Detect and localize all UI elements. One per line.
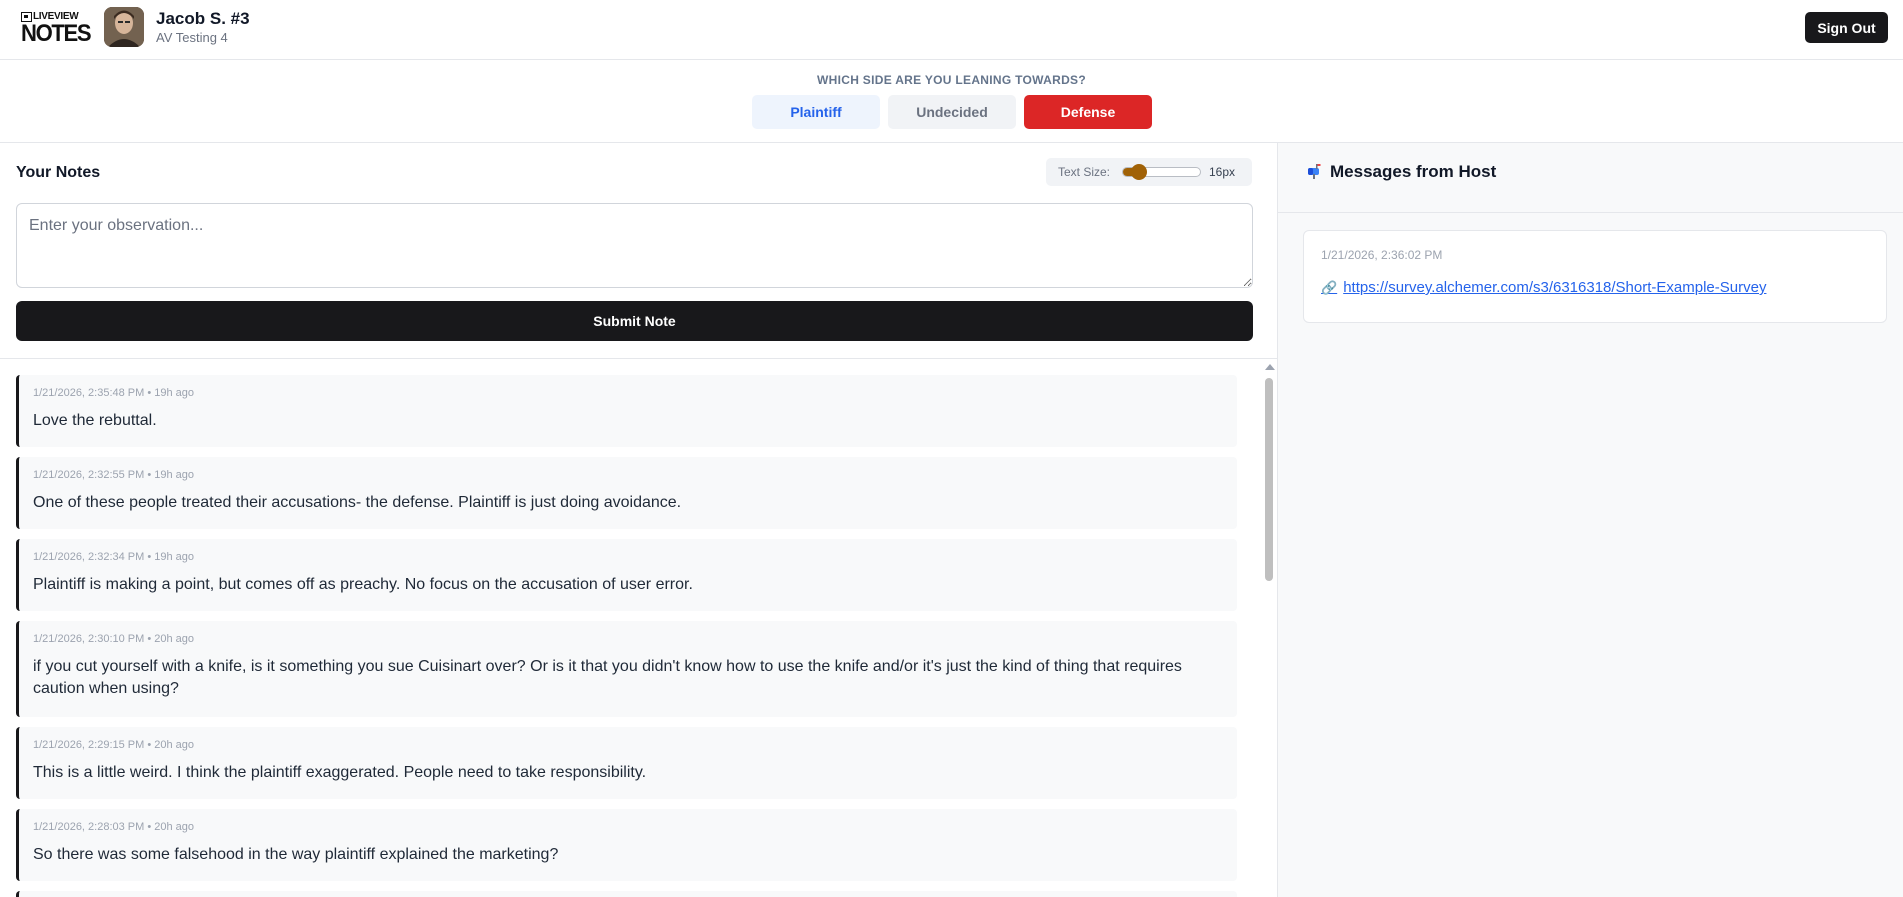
messages-panel: Messages from Host 1/21/2026, 2:36:02 PM… — [1277, 143, 1903, 897]
note-text: Plaintiff is making a point, but comes o… — [33, 576, 693, 593]
note-text: This is a little weird. I think the plai… — [33, 764, 647, 781]
note-text: One of these people treated their accusa… — [33, 494, 682, 511]
note-timestamp: 1/21/2026, 2:32:55 PM • 19h ago — [33, 469, 195, 481]
scroll-up-arrow-icon[interactable] — [1265, 364, 1275, 370]
note-item: 1/21/2026, 2:29:15 PM • 20h ago This is … — [16, 727, 1237, 799]
messages-header: Messages from Host — [1278, 143, 1903, 213]
liveview-notes-logo: LIVEVIEW NOTES — [21, 11, 92, 47]
note-timestamp: 1/21/2026, 2:32:34 PM • 19h ago — [33, 551, 195, 563]
notes-list: 1/21/2026, 2:35:48 PM • 19h ago Love the… — [16, 375, 1237, 897]
note-item: 1/21/2026, 2:35:48 PM • 19h ago Love the… — [16, 375, 1237, 447]
text-size-slider-handle[interactable] — [1131, 164, 1148, 180]
app-header: LIVEVIEW NOTES Jacob S. #3 AV Testing 4 … — [0, 0, 1903, 60]
text-size-control: Text Size: 16px — [1046, 158, 1252, 186]
lean-plaintiff-button[interactable]: Plaintiff — [752, 95, 880, 129]
lean-defense-button[interactable]: Defense — [1024, 95, 1152, 129]
user-name: Jacob S. #3 — [156, 9, 250, 28]
lean-question: WHICH SIDE ARE YOU LEANING TOWARDS? — [817, 73, 1086, 87]
note-timestamp: 1/21/2026, 2:29:15 PM • 20h ago — [33, 739, 195, 751]
note-item — [16, 891, 1237, 897]
observation-input[interactable] — [16, 203, 1253, 288]
lean-undecided-button[interactable]: Undecided — [888, 95, 1016, 129]
link-icon: 🔗 — [1321, 279, 1338, 295]
scrollbar-thumb[interactable] — [1265, 378, 1273, 581]
note-timestamp: 1/21/2026, 2:28:03 PM • 20h ago — [33, 821, 195, 833]
note-item: 1/21/2026, 2:32:55 PM • 19h ago One of t… — [16, 457, 1237, 529]
notes-title: Your Notes — [16, 164, 101, 181]
text-size-value: 16px — [1209, 165, 1236, 179]
survey-link[interactable]: 🔗 https://survey.alchemer.com/s3/6316318… — [1321, 279, 1766, 296]
note-item: 1/21/2026, 2:30:10 PM • 20h ago if you c… — [16, 621, 1237, 717]
note-item: 1/21/2026, 2:28:03 PM • 20h ago So there… — [16, 809, 1237, 881]
session-name: AV Testing 4 — [156, 30, 228, 45]
host-message: 1/21/2026, 2:36:02 PM 🔗 https://survey.a… — [1303, 230, 1887, 323]
notes-scrollbar[interactable] — [1261, 360, 1277, 897]
note-text: Love the rebuttal. — [33, 412, 157, 429]
messages-title: Messages from Host — [1330, 162, 1497, 181]
avatar — [104, 7, 144, 47]
note-item: 1/21/2026, 2:32:34 PM • 19h ago Plaintif… — [16, 539, 1237, 611]
note-timestamp: 1/21/2026, 2:30:10 PM • 20h ago — [33, 633, 195, 645]
sign-out-button[interactable]: Sign Out — [1805, 12, 1888, 43]
notes-panel: Your Notes Text Size: 16px Submit Note 1… — [0, 143, 1277, 897]
mailbox-icon — [1308, 164, 1321, 179]
divider — [0, 358, 1277, 359]
note-text: if you cut yourself with a knife, is it … — [33, 658, 1182, 697]
survey-link-text[interactable]: https://survey.alchemer.com/s3/6316318/S… — [1343, 279, 1766, 296]
avatar-photo-icon — [104, 7, 144, 47]
note-text: So there was some falsehood in the way p… — [33, 846, 559, 863]
note-timestamp: 1/21/2026, 2:35:48 PM • 19h ago — [33, 387, 195, 399]
submit-note-button[interactable]: Submit Note — [16, 301, 1253, 341]
lean-selector: WHICH SIDE ARE YOU LEANING TOWARDS? Plai… — [0, 61, 1903, 143]
text-size-label: Text Size: — [1058, 165, 1111, 179]
message-timestamp: 1/21/2026, 2:36:02 PM — [1321, 248, 1443, 262]
logo-bottom-text: NOTES — [21, 20, 92, 47]
